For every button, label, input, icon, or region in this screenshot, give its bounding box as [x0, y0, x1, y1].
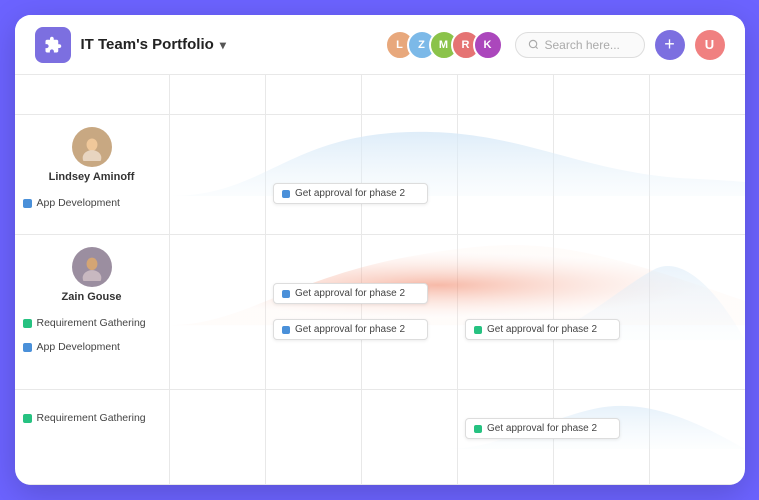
avatar-zain	[72, 247, 112, 287]
portfolio-title[interactable]: IT Team's Portfolio ▾	[81, 36, 226, 53]
grid-col	[554, 235, 650, 389]
task-label-text: App Development	[37, 341, 120, 353]
grid-col	[266, 235, 362, 389]
chip-text: Get approval for phase 2	[295, 288, 405, 299]
task-chip-lindsey-1[interactable]: Get approval for phase 2	[273, 183, 428, 204]
chip-dot-green	[474, 425, 482, 433]
task-label-text: Requirement Gathering	[37, 412, 146, 424]
timeline-rows: Get approval for phase 2	[170, 115, 745, 485]
add-button[interactable]: +	[655, 30, 685, 60]
grid-col	[458, 235, 554, 389]
grid-col	[650, 115, 745, 234]
chip-text: Get approval for phase 2	[487, 324, 597, 335]
task-dot-green	[23, 414, 32, 423]
person-row-lindsey: Lindsey Aminoff App Development	[15, 115, 169, 235]
chip-dot-blue	[282, 326, 290, 334]
timeline-section-zain: Get approval for phase 2 Get approval fo…	[170, 235, 745, 390]
left-panel: Lindsey Aminoff App Development	[15, 75, 170, 485]
task-label-req-gathering-third: Requirement Gathering	[15, 406, 169, 430]
task-chip-zain-1[interactable]: Get approval for phase 2	[273, 283, 428, 304]
grid-col	[170, 115, 266, 234]
person-row-zain: Zain Gouse Requirement Gathering App Dev…	[15, 235, 169, 390]
timeline-grid-lindsey	[170, 115, 745, 234]
app-window: IT Team's Portfolio ▾ L Z M R K Search h…	[15, 15, 745, 485]
timeline-grid-zain	[170, 235, 745, 389]
grid-col	[266, 115, 362, 234]
grid-col	[362, 115, 458, 234]
col-header-3	[362, 75, 458, 114]
grid-col	[266, 390, 362, 484]
task-label-text: App Development	[37, 197, 120, 209]
chip-dot-blue	[282, 290, 290, 298]
chip-text: Get approval for phase 2	[487, 423, 597, 434]
task-chip-third-1[interactable]: Get approval for phase 2	[465, 418, 620, 439]
chevron-down-icon: ▾	[220, 38, 226, 52]
task-label-req-gathering-zain: Requirement Gathering	[15, 311, 169, 335]
task-label-app-dev: App Development	[15, 191, 169, 215]
avatar: K	[473, 30, 503, 60]
grid-col	[650, 235, 745, 389]
app-logo	[35, 27, 71, 63]
task-label-text: Requirement Gathering	[37, 317, 146, 329]
avatar-lindsey	[72, 127, 112, 167]
col-header-4	[458, 75, 554, 114]
title-text: IT Team's Portfolio	[81, 36, 214, 53]
person-info-lindsey: Lindsey Aminoff	[15, 115, 169, 191]
grid-col	[170, 235, 266, 389]
timeline-section-lindsey: Get approval for phase 2	[170, 115, 745, 235]
timeline-header	[170, 75, 745, 115]
person-name-lindsey: Lindsey Aminoff	[49, 171, 135, 183]
grid-col	[650, 390, 745, 484]
timeline-section-third: Get approval for phase 2	[170, 390, 745, 485]
col-header-6	[650, 75, 745, 114]
user-avatar[interactable]: U	[695, 30, 725, 60]
person-info-zain: Zain Gouse	[15, 235, 169, 311]
chip-text: Get approval for phase 2	[295, 324, 405, 335]
search-box[interactable]: Search here...	[515, 32, 645, 58]
chip-dot-green	[474, 326, 482, 334]
team-avatars: L Z M R K	[385, 30, 503, 60]
person-row-third: Requirement Gathering	[15, 390, 169, 485]
grid-col	[362, 235, 458, 389]
person-name-zain: Zain Gouse	[62, 291, 122, 303]
task-dot-green	[23, 319, 32, 328]
chip-text: Get approval for phase 2	[295, 188, 405, 199]
task-dot-blue	[23, 343, 32, 352]
col-header-1	[170, 75, 266, 114]
task-label-app-dev-zain: App Development	[15, 335, 169, 359]
search-placeholder: Search here...	[545, 38, 620, 52]
timeline-grid-third	[170, 390, 745, 484]
header: IT Team's Portfolio ▾ L Z M R K Search h…	[15, 15, 745, 75]
task-dot-blue	[23, 199, 32, 208]
grid-col	[170, 390, 266, 484]
col-header-5	[554, 75, 650, 114]
grid-col	[458, 115, 554, 234]
chip-dot-blue	[282, 190, 290, 198]
header-spacer	[15, 75, 169, 115]
task-chip-zain-3[interactable]: Get approval for phase 2	[465, 319, 620, 340]
grid-col	[362, 390, 458, 484]
task-chip-zain-2[interactable]: Get approval for phase 2	[273, 319, 428, 340]
main-content: Lindsey Aminoff App Development	[15, 75, 745, 485]
timeline-area: Get approval for phase 2	[170, 75, 745, 485]
grid-col	[554, 115, 650, 234]
col-header-2	[266, 75, 362, 114]
search-icon	[528, 39, 539, 50]
